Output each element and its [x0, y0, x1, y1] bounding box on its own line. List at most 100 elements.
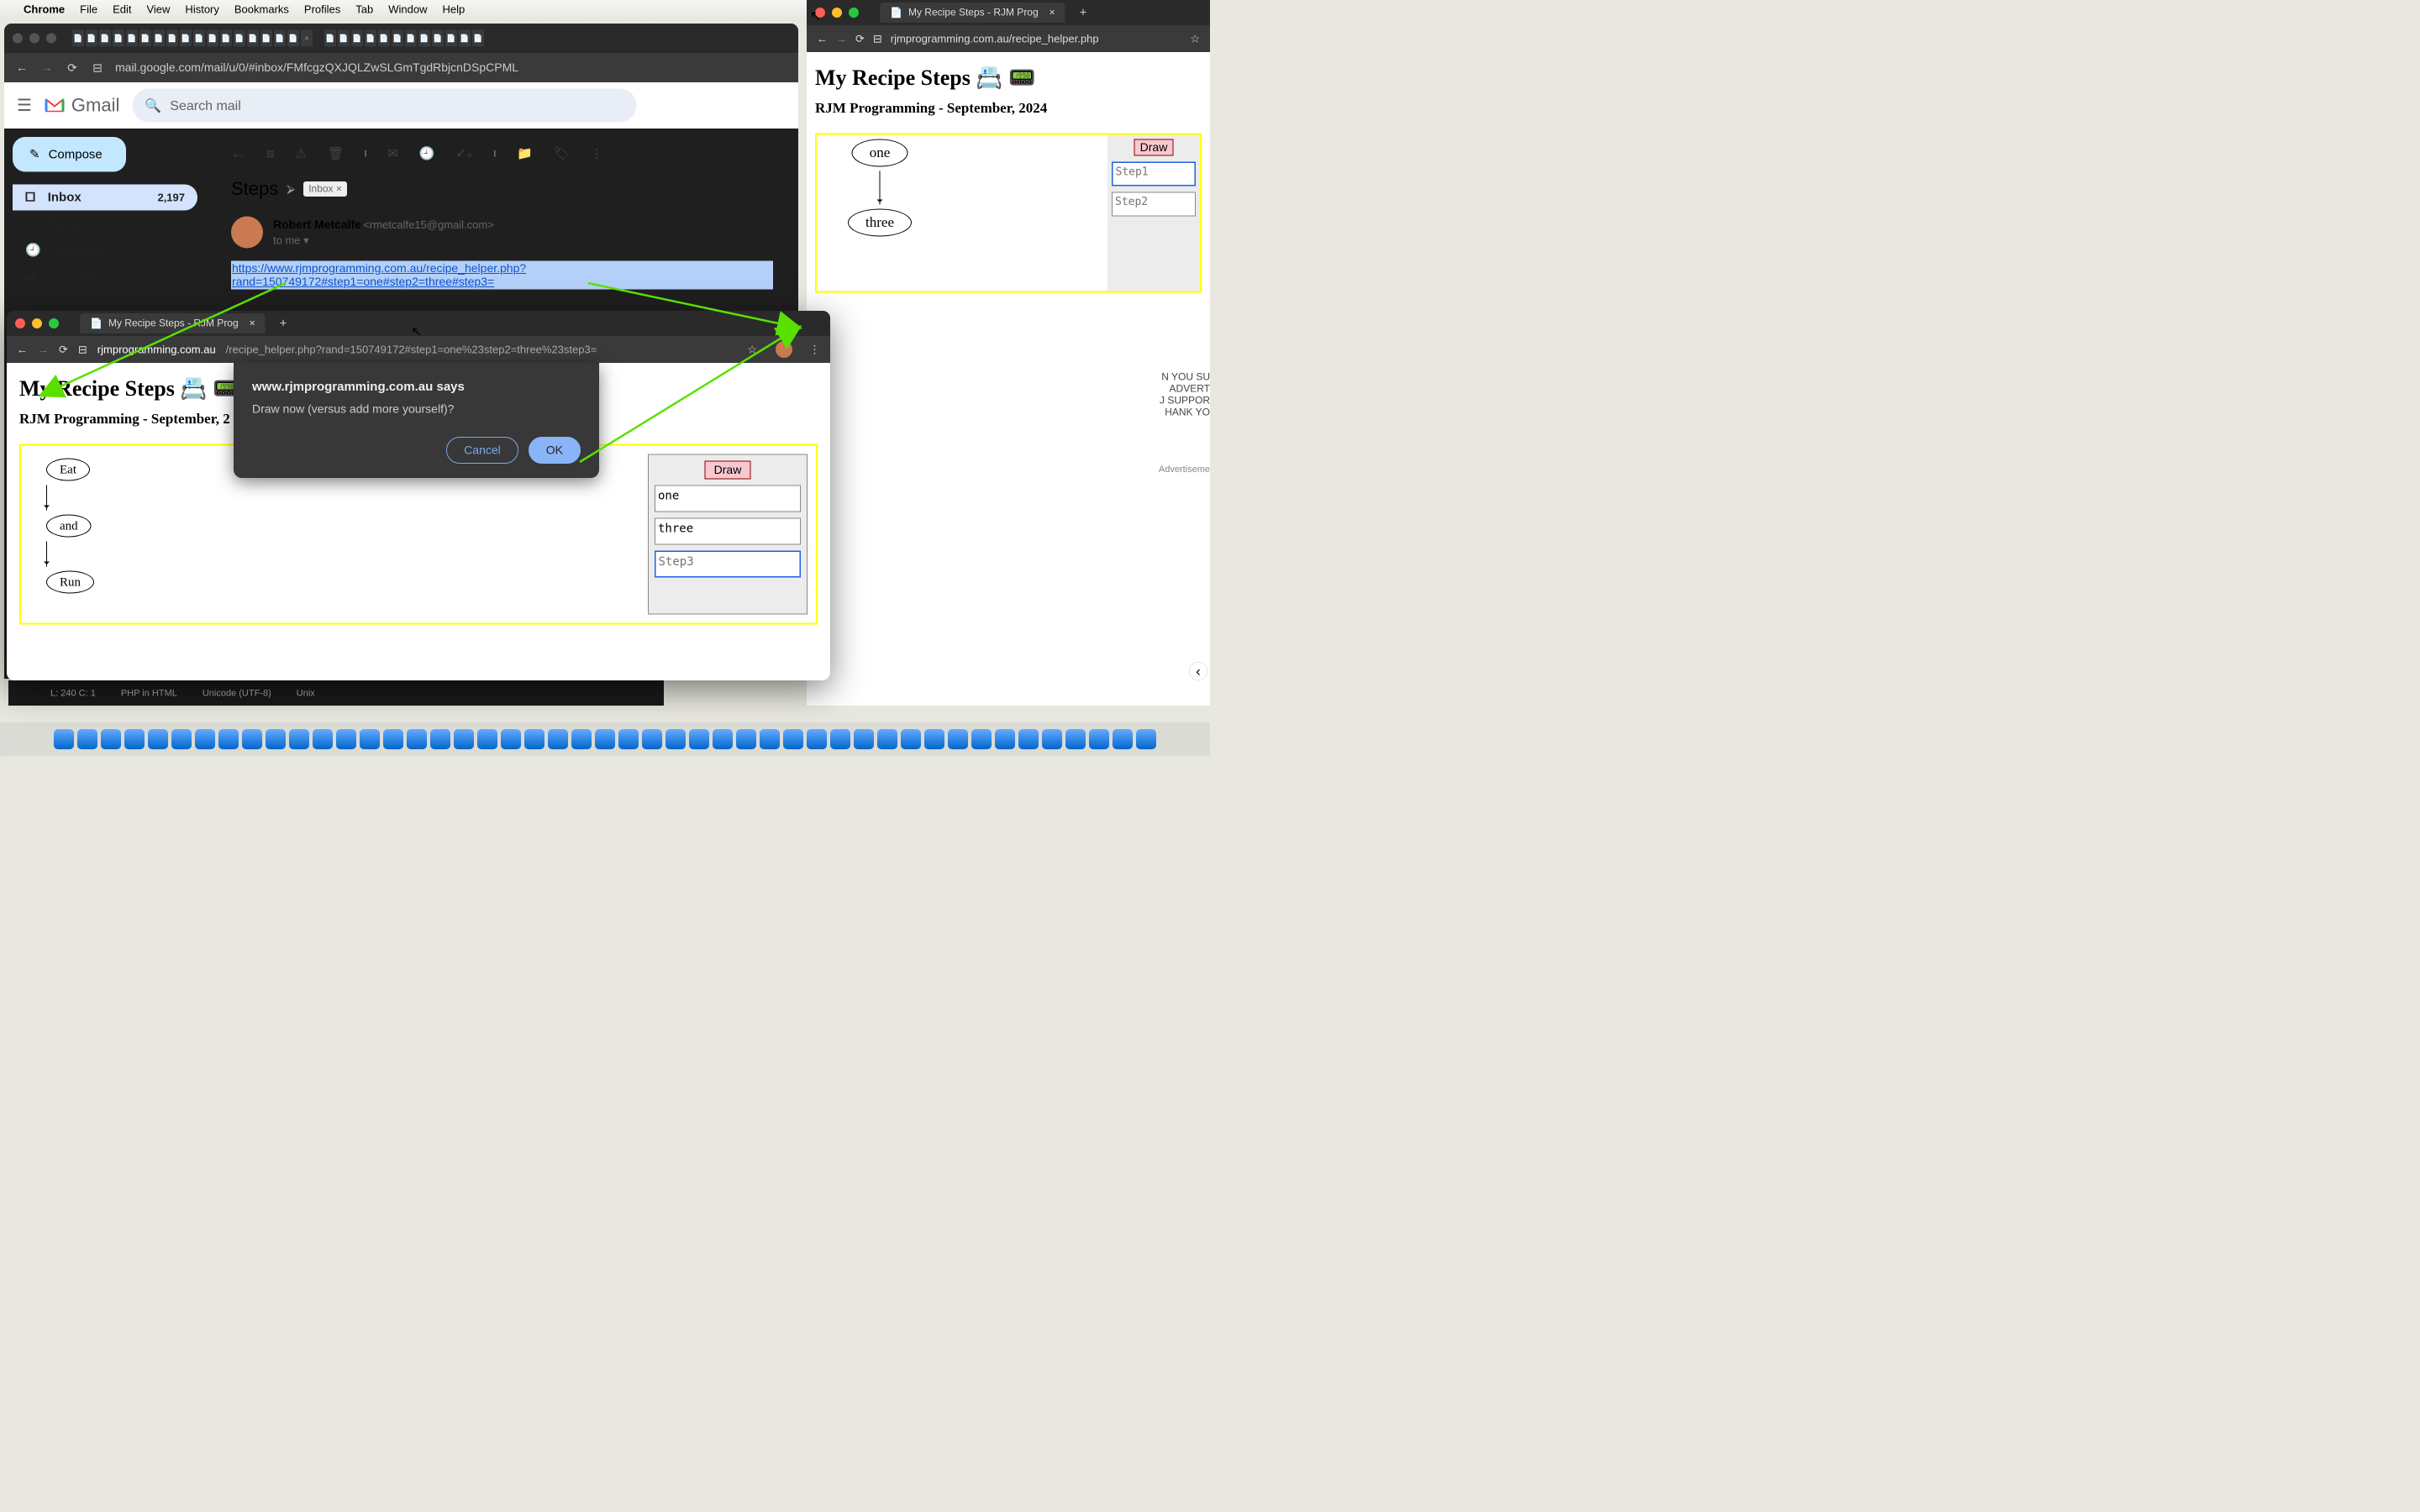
new-tab-icon[interactable]: + [1080, 6, 1087, 20]
add-task-icon[interactable]: ✓₊ [455, 146, 472, 161]
label-icon[interactable]: 🏷 [554, 146, 570, 161]
sender-avatar[interactable] [231, 217, 263, 249]
step-input-2[interactable]: three [655, 518, 801, 545]
back-icon[interactable]: ← [14, 60, 29, 76]
recipient-line[interactable]: to me ▾ [273, 234, 494, 247]
reload-icon[interactable]: ⟳ [59, 343, 68, 356]
dock-app-icon[interactable] [336, 729, 356, 749]
step-input-1[interactable]: one [655, 486, 801, 512]
popup-address-bar[interactable]: ← → ⟳ ⊟ rjmprogramming.com.au/recipe_hel… [7, 336, 830, 363]
dialog-cancel-button[interactable]: Cancel [446, 437, 518, 464]
step-input-1[interactable] [1112, 162, 1196, 186]
menu-view[interactable]: View [146, 3, 170, 16]
reload-icon[interactable]: ⟳ [65, 60, 80, 76]
menu-profiles[interactable]: Profiles [304, 3, 340, 16]
gmail-logo[interactable]: Gmail [45, 95, 119, 116]
dock-app-icon[interactable] [242, 729, 262, 749]
back-icon[interactable]: ← [17, 343, 28, 356]
dock-app-icon[interactable] [877, 729, 897, 749]
dock-app-icon[interactable] [807, 729, 827, 749]
dock-app-icon[interactable] [477, 729, 497, 749]
move-icon[interactable]: 📁 [517, 146, 533, 161]
dock-app-icon[interactable] [971, 729, 992, 749]
popup-traffic-lights[interactable] [15, 318, 59, 328]
dock-app-icon[interactable] [430, 729, 450, 749]
more-icon[interactable]: ⋮ [591, 146, 603, 161]
macos-dock[interactable] [0, 722, 1210, 756]
dock-app-icon[interactable] [266, 729, 286, 749]
mail-body-link[interactable]: https://www.rjmprogramming.com.au/recipe… [231, 261, 773, 290]
gmail-search[interactable]: 🔍 Search mail [132, 89, 636, 123]
dock-app-icon[interactable] [407, 729, 427, 749]
dock-app-icon[interactable] [360, 729, 380, 749]
window-traffic-lights[interactable] [13, 34, 56, 44]
sidebar-item-starred[interactable]: ☆ Starred [13, 211, 197, 238]
important-marker-icon[interactable]: ⮚ [287, 182, 295, 197]
mark-unread-icon[interactable]: ✉ [387, 146, 398, 161]
dock-app-icon[interactable] [77, 729, 97, 749]
kebab-menu-icon[interactable]: ⋮ [809, 343, 820, 356]
dock-app-icon[interactable] [148, 729, 168, 749]
sidebar-item-inbox[interactable]: 🞐 Inbox 2,197 [13, 185, 197, 211]
dock-app-icon[interactable] [901, 729, 921, 749]
dock-app-icon[interactable] [1065, 729, 1086, 749]
dock-app-icon[interactable] [313, 729, 333, 749]
dock-app-icon[interactable] [383, 729, 403, 749]
spam-icon[interactable]: ⚠ [296, 146, 307, 161]
bookmark-star-icon[interactable]: ☆ [1190, 32, 1200, 45]
reload-icon[interactable]: ⟳ [855, 32, 865, 45]
archive-icon[interactable]: ⧈ [266, 146, 275, 160]
site-info-icon[interactable]: ⊟ [90, 60, 105, 76]
close-tab-icon[interactable]: × [1050, 7, 1055, 18]
dialog-ok-button[interactable]: OK [529, 437, 581, 464]
right-address-bar[interactable]: ← → ⟳ ⊟ rjmprogramming.com.au/recipe_hel… [807, 25, 1210, 52]
dock-app-icon[interactable] [1113, 729, 1133, 749]
dock-app-icon[interactable] [524, 729, 544, 749]
dock-app-icon[interactable] [501, 729, 521, 749]
menu-history[interactable]: History [185, 3, 218, 16]
dock-app-icon[interactable] [1042, 729, 1062, 749]
step-input-2[interactable] [1112, 192, 1196, 217]
new-tab-icon[interactable]: + [280, 317, 287, 331]
menu-tab[interactable]: Tab [355, 3, 373, 16]
dock-app-icon[interactable] [1018, 729, 1039, 749]
hamburger-icon[interactable]: ☰ [17, 96, 32, 115]
menu-file[interactable]: File [80, 3, 97, 16]
dock-app-icon[interactable] [1136, 729, 1156, 749]
dock-app-icon[interactable] [101, 729, 121, 749]
sidebar-item-snoozed[interactable]: 🕘 Snoozed [13, 237, 197, 264]
delete-icon[interactable]: 🗑 [328, 146, 344, 161]
dock-app-icon[interactable] [1089, 729, 1109, 749]
dock-app-icon[interactable] [995, 729, 1015, 749]
dock-app-icon[interactable] [218, 729, 239, 749]
profile-avatar-icon[interactable] [776, 341, 792, 358]
dock-app-icon[interactable] [171, 729, 192, 749]
sidebar-item-important[interactable]: ⮕ Important [13, 264, 197, 294]
dock-app-icon[interactable] [642, 729, 662, 749]
draw-button[interactable]: Draw [705, 461, 751, 480]
compose-button[interactable]: ✎ Compose [13, 137, 126, 172]
dock-app-icon[interactable] [595, 729, 615, 749]
collapse-chevron-icon[interactable]: ‹ [1189, 662, 1207, 680]
close-tab-icon[interactable]: × [250, 318, 255, 329]
dock-app-icon[interactable] [54, 729, 74, 749]
chevron-down-icon[interactable]: ▾ [303, 234, 309, 246]
dock-app-icon[interactable] [830, 729, 850, 749]
snooze-icon[interactable]: 🕘 [419, 146, 435, 161]
menu-window[interactable]: Window [388, 3, 427, 16]
dock-app-icon[interactable] [736, 729, 756, 749]
dock-app-icon[interactable] [124, 729, 145, 749]
url-text[interactable]: mail.google.com/mail/u/0/#inbox/FMfcgzQX… [115, 61, 788, 75]
dock-app-icon[interactable] [666, 729, 686, 749]
menu-help[interactable]: Help [442, 3, 465, 16]
step-input-3[interactable] [655, 551, 801, 578]
site-info-icon[interactable]: ⊟ [873, 32, 882, 45]
dock-app-icon[interactable] [713, 729, 733, 749]
bookmark-star-icon[interactable]: ☆ [747, 343, 757, 356]
label-chip-inbox[interactable]: Inbox × [303, 181, 347, 197]
menu-bookmarks[interactable]: Bookmarks [234, 3, 289, 16]
dock-app-icon[interactable] [924, 729, 944, 749]
popup-tab[interactable]: 📄 My Recipe Steps - RJM Prog × [80, 313, 266, 333]
menubar-app-name[interactable]: Chrome [24, 3, 65, 16]
dock-app-icon[interactable] [689, 729, 709, 749]
